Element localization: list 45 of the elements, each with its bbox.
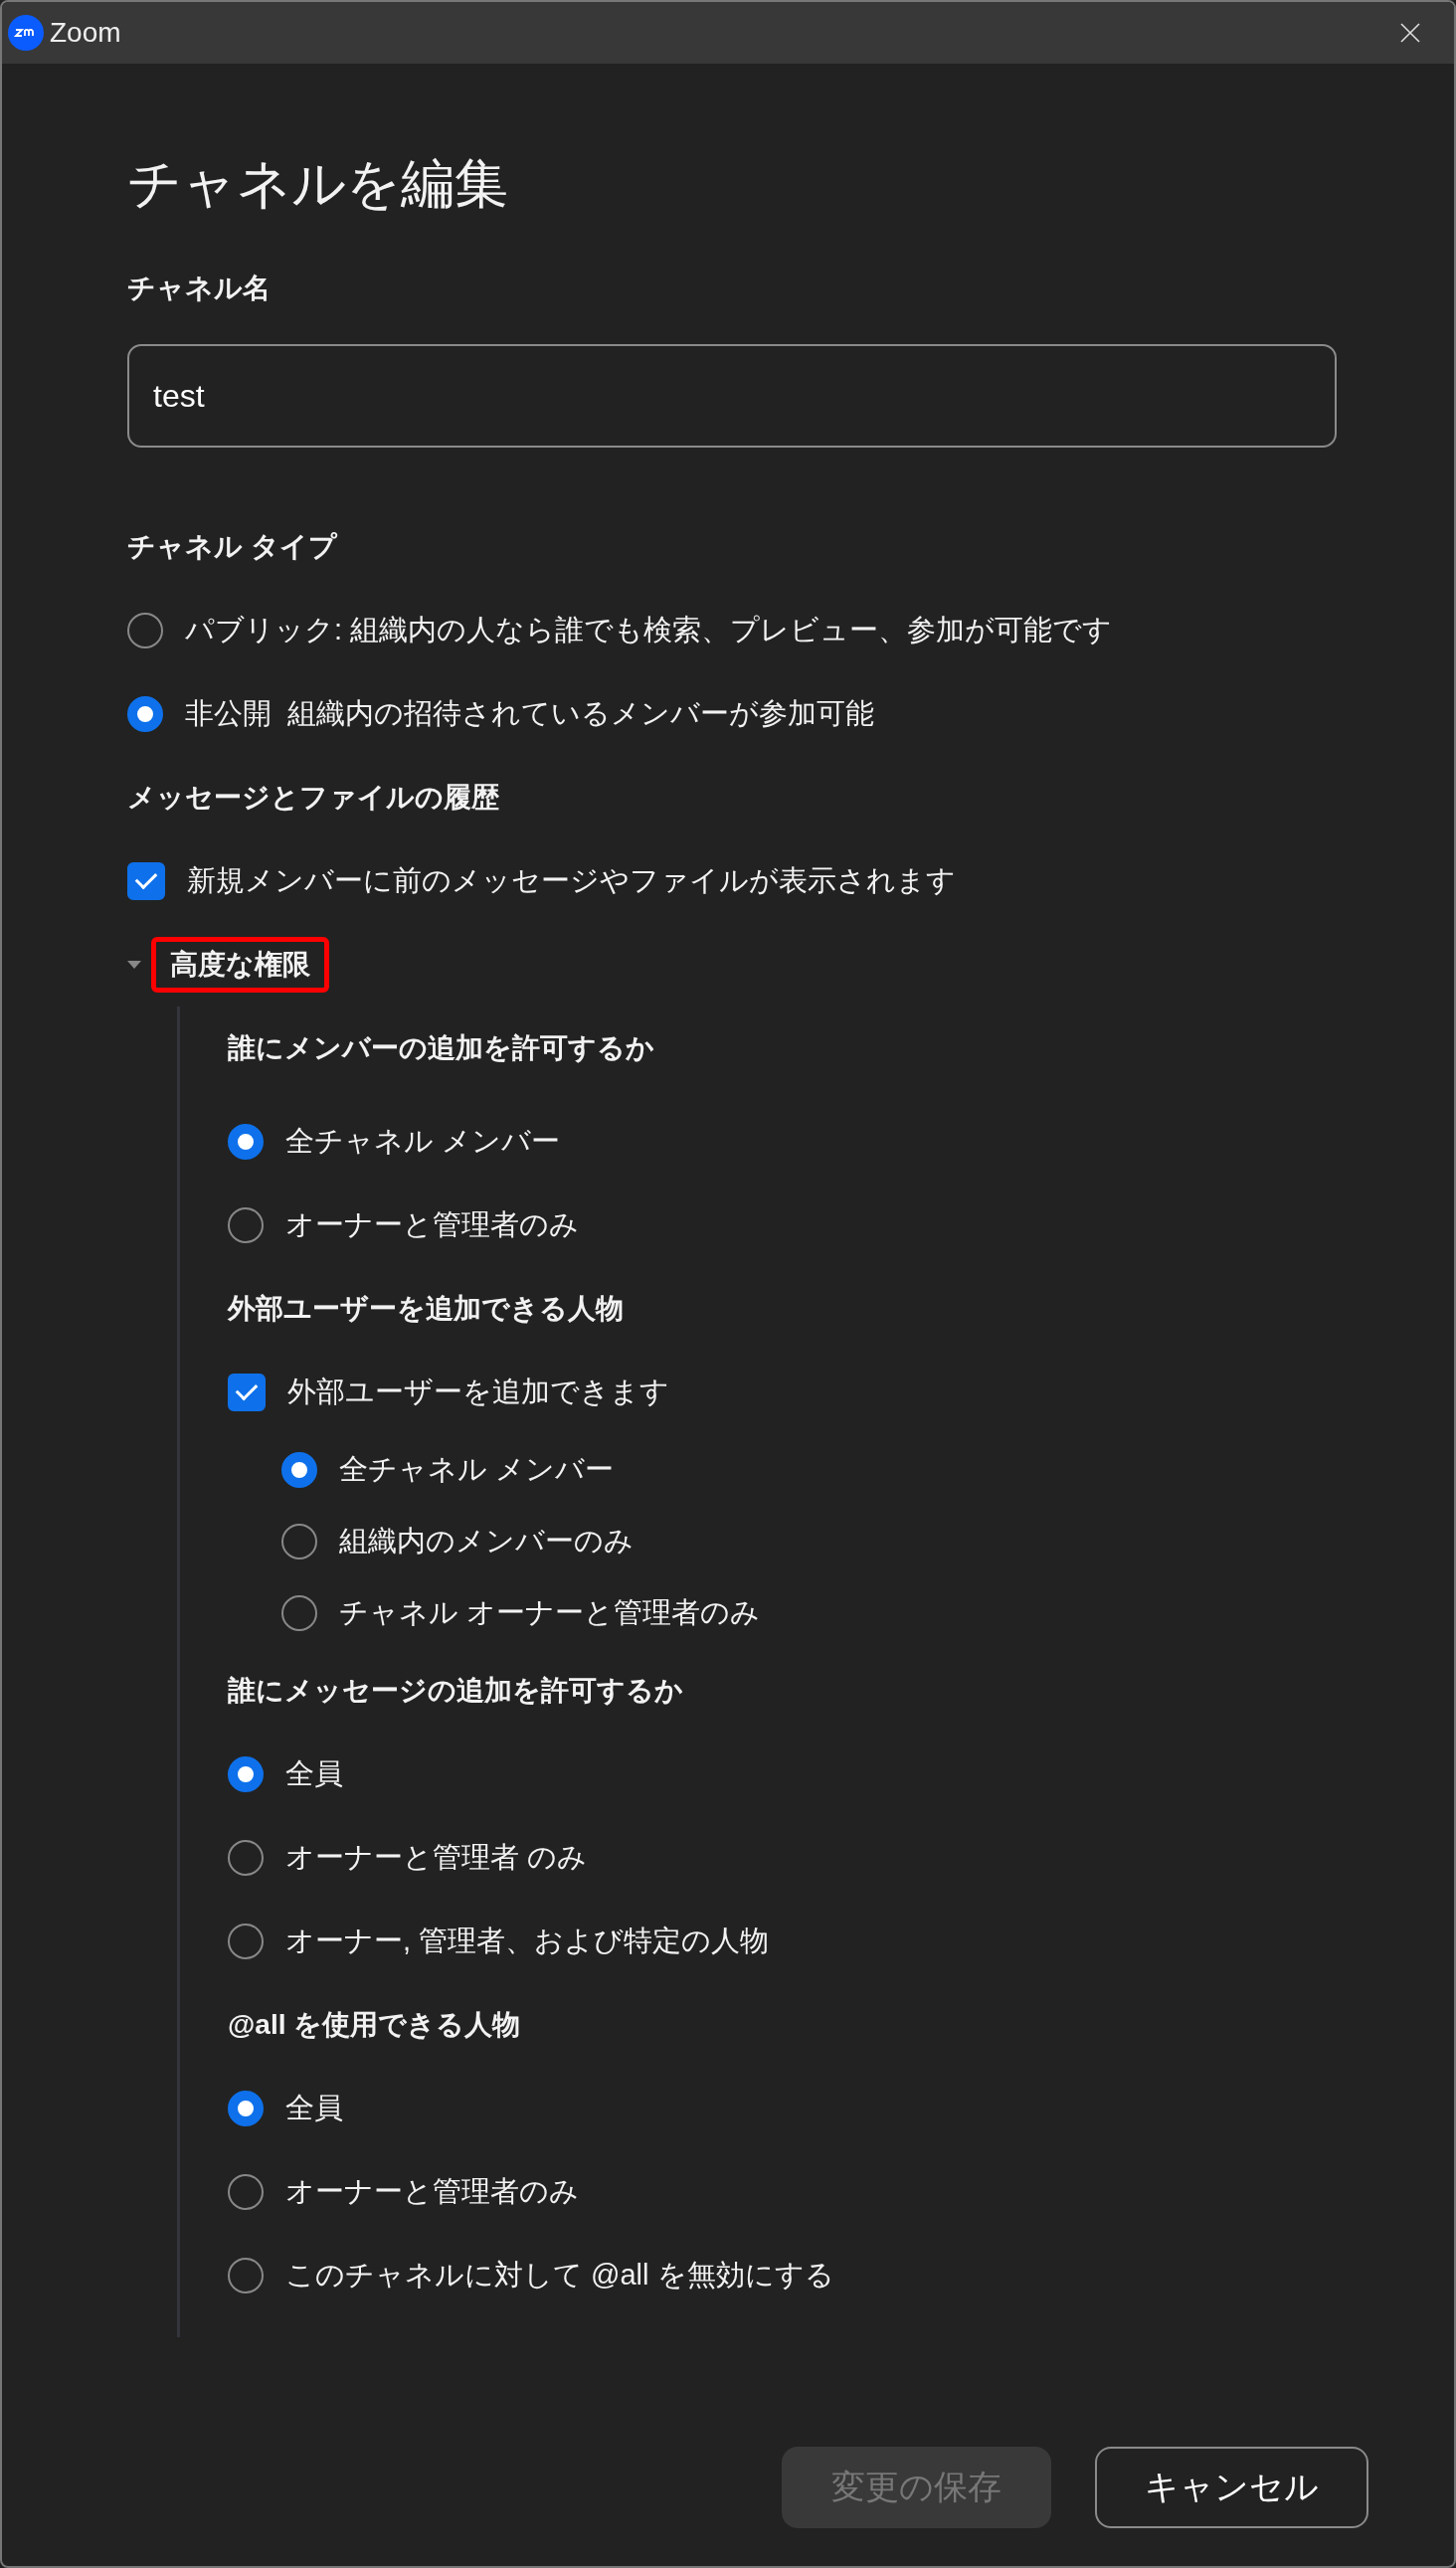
radio-button[interactable] xyxy=(281,1524,317,1559)
channel-name-field[interactable]: test xyxy=(127,344,1337,448)
radio-button[interactable] xyxy=(228,1124,264,1160)
radio-button[interactable] xyxy=(228,1756,264,1792)
option-label: 全チャネル メンバー xyxy=(339,1452,615,1487)
option-label: 全員 xyxy=(285,1756,343,1791)
checkbox[interactable] xyxy=(127,862,165,900)
section-label: 誰にメッセージの追加を許可するか xyxy=(228,1674,684,1708)
radio-button[interactable] xyxy=(228,1840,264,1876)
option-label: パブリック: 組織内の人なら誰でも検索、プレビュー、参加が可能です xyxy=(185,613,1113,647)
radio-button[interactable] xyxy=(228,2258,264,2293)
window-title: Zoom xyxy=(50,17,121,49)
caret-icon[interactable] xyxy=(127,961,141,969)
radio-button[interactable] xyxy=(127,613,163,648)
field-label: チャネル名 xyxy=(127,272,272,305)
dialog-button[interactable]: キャンセル xyxy=(1095,2447,1368,2528)
app-logo-icon xyxy=(8,15,44,51)
option-label: 新規メンバーに前のメッセージやファイルが表示されます xyxy=(187,863,956,898)
dialog-title: チャネルを編集 xyxy=(127,152,509,215)
option-label: 外部ユーザーを追加できます xyxy=(287,1375,669,1409)
radio-button[interactable] xyxy=(228,2091,264,2126)
option-label: 全チャネル メンバー xyxy=(285,1124,561,1159)
option-label: オーナーと管理者のみ xyxy=(285,2174,579,2209)
radio-button[interactable] xyxy=(228,1924,264,1959)
section-label: メッセージとファイルの履歴 xyxy=(127,781,500,815)
radio-button[interactable] xyxy=(281,1452,317,1488)
option-label: 全員 xyxy=(285,2091,343,2125)
advanced-toggle[interactable]: 高度な権限 xyxy=(151,937,329,993)
section-label: 誰にメンバーの追加を許可するか xyxy=(228,1031,655,1065)
section-label: 外部ユーザーを追加できる人物 xyxy=(228,1292,625,1326)
section-label: チャネル タイプ xyxy=(127,530,338,564)
checkbox[interactable] xyxy=(228,1374,266,1411)
option-label: オーナー, 管理者、および特定の人物 xyxy=(285,1924,770,1958)
radio-button[interactable] xyxy=(281,1595,317,1631)
option-label: 組織内のメンバーのみ xyxy=(339,1524,634,1559)
radio-button[interactable] xyxy=(127,696,163,732)
option-label: 非公開 組織内の招待されているメンバーが参加可能 xyxy=(185,696,875,731)
section-label: @all を使用できる人物 xyxy=(228,2008,522,2042)
close-icon[interactable] xyxy=(1400,23,1420,43)
option-label: このチャネルに対して @all を無効にする xyxy=(285,2258,834,2293)
option-label: オーナーと管理者のみ xyxy=(285,1207,579,1242)
option-label: オーナーと管理者 のみ xyxy=(285,1840,588,1875)
radio-button[interactable] xyxy=(228,1207,264,1243)
option-label: チャネル オーナーと管理者のみ xyxy=(339,1595,761,1630)
radio-button[interactable] xyxy=(228,2174,264,2210)
